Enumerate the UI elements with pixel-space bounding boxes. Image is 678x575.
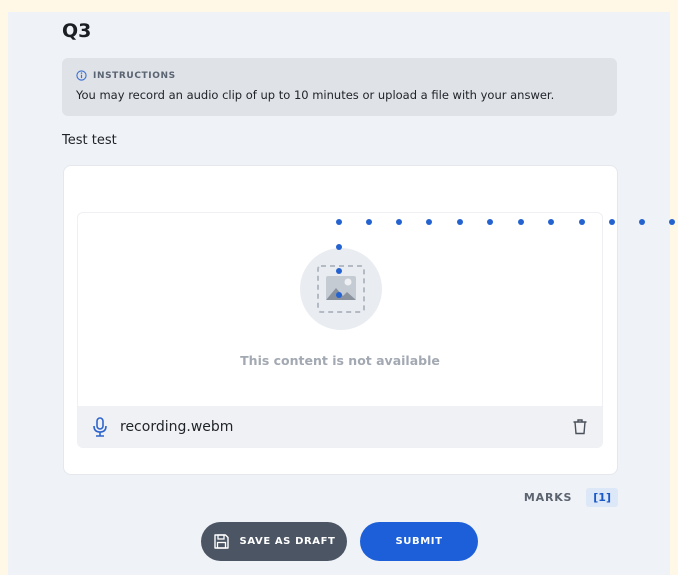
recording-file-row: recording.webm xyxy=(78,406,602,447)
media-preview: This content is not available recording.… xyxy=(77,212,603,448)
question-prompt: Test test xyxy=(62,133,117,148)
placeholder-circle xyxy=(300,248,382,330)
trash-icon[interactable] xyxy=(572,418,588,435)
marks-indicator: MARKS [1] xyxy=(524,488,618,507)
info-icon xyxy=(76,70,87,81)
marks-value: [1] xyxy=(586,488,618,507)
instructions-text: You may record an audio clip of up to 10… xyxy=(76,88,555,102)
recording-file-name: recording.webm xyxy=(120,418,234,435)
instructions-label: INSTRUCTIONS xyxy=(93,70,176,81)
question-title: Q3 xyxy=(62,20,92,42)
save-as-draft-button[interactable]: SAVE AS DRAFT xyxy=(201,522,347,561)
save-as-draft-label: SAVE AS DRAFT xyxy=(239,536,336,547)
instructions-box: INSTRUCTIONS You may record an audio cli… xyxy=(62,58,617,116)
instructions-header: INSTRUCTIONS xyxy=(76,70,603,81)
submit-label: SUBMIT xyxy=(395,536,443,547)
marks-label: MARKS xyxy=(523,491,573,504)
save-icon xyxy=(213,534,229,549)
microphone-icon xyxy=(93,416,107,437)
image-placeholder-icon xyxy=(317,265,365,313)
content-unavailable-message: This content is not available xyxy=(240,353,440,368)
submit-button[interactable]: SUBMIT xyxy=(360,522,478,561)
